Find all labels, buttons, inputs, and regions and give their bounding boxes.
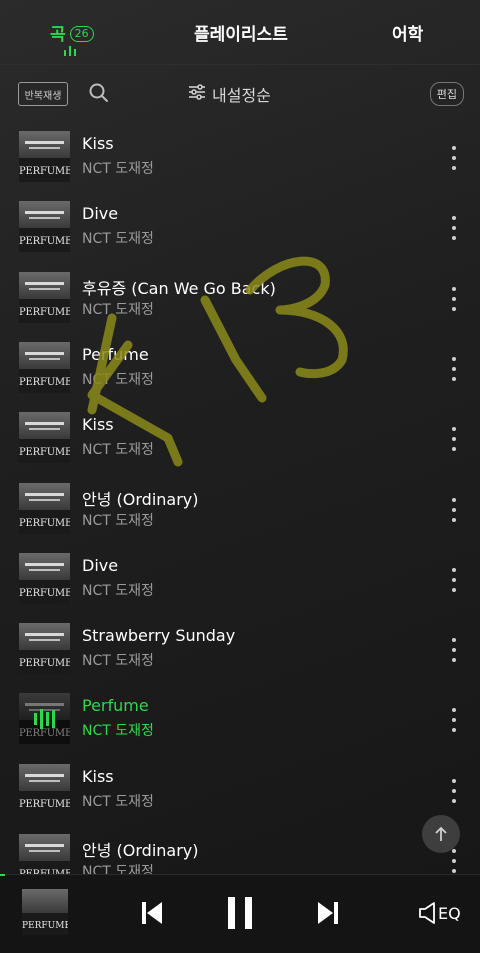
album-art-text: PERFUME [19,798,70,810]
more-options-icon[interactable] [449,356,459,381]
now-playing-icon [19,693,70,745]
equalizer-button[interactable]: EQ [418,901,461,925]
more-options-icon[interactable] [449,849,459,873]
more-options-icon[interactable] [449,638,459,663]
album-art-text: PERFUME [19,166,70,177]
album-art: PERFUME [19,763,70,815]
tab-playlist[interactable]: 플레이리스트 [194,20,288,45]
repeat-button[interactable]: 반복재생 [18,82,68,106]
album-art: PERFUME [19,201,70,253]
more-options-icon[interactable] [449,567,459,592]
song-row[interactable]: PERFUME Dive NCT 도재정 [0,546,480,616]
more-options-icon[interactable] [449,708,459,733]
song-row[interactable]: PERFUME Dive NCT 도재정 [0,194,480,264]
song-title: Kiss [82,134,114,153]
album-art: PERFUME [19,341,70,393]
top-tab-bar: 곡 26 플레이리스트 어학 [0,0,480,64]
arrow-up-icon [435,826,447,841]
song-title: 안녕 (Ordinary) [82,841,199,860]
album-art: PERFUME [19,412,70,464]
album-art: PERFUME [19,271,70,323]
song-row[interactable]: PERFUME Perfume NCT 도재정 [0,335,480,405]
album-art-text: PERFUME [19,376,70,388]
more-options-icon[interactable] [449,286,459,311]
album-art-text: PERFUME [19,236,70,248]
skip-previous-icon[interactable] [140,899,164,931]
song-artist: NCT 도재정 [82,793,154,810]
song-artist: NCT 도재정 [82,512,154,529]
sort-button[interactable]: 내설정순 [188,82,271,106]
album-art-text: PERFUME [19,517,70,529]
song-artist: NCT 도재정 [82,582,154,599]
tab-songs[interactable]: 곡 26 [50,20,94,45]
album-art: PERFUME [19,552,70,604]
song-artist: NCT 도재정 [82,371,154,388]
list-toolbar: 반복재생 내설정순 편집 [0,74,480,114]
song-row[interactable]: PERFUME 후유증 (Can We Go Back) NCT 도재정 [0,265,480,335]
player-album-art-text: PERFUME [22,921,68,931]
search-icon[interactable] [88,82,110,108]
song-artist: NCT 도재정 [82,231,154,248]
album-art-text: PERFUME [19,447,70,459]
scroll-to-top-button[interactable] [422,815,460,853]
album-art-text: PERFUME [19,658,70,670]
more-options-icon[interactable] [449,216,459,241]
song-row[interactable]: PERFUME Strawberry Sunday NCT 도재정 [0,616,480,686]
tab-divider [0,64,480,65]
more-options-icon[interactable] [449,497,459,522]
song-artist: NCT 도재정 [82,653,154,670]
song-artist: NCT 도재정 [82,442,154,459]
edit-button[interactable]: 편집 [429,82,464,106]
song-artist: NCT 도재정 [82,723,154,740]
song-row[interactable]: PERFUME Perfume NCT 도재정 [0,686,480,756]
song-title: Perfume [82,344,149,364]
player-album-art[interactable]: PERFUME [22,889,68,935]
album-art: PERFUME [19,131,70,182]
now-playing-mini-icon [64,46,76,56]
tab-songs-label: 곡 [50,25,66,45]
more-options-icon[interactable] [449,146,459,170]
song-count-badge: 26 [69,26,94,42]
song-title: 후유증 (Can We Go Back) [82,278,276,298]
song-row[interactable]: PERFUME Kiss NCT 도재정 [0,757,480,827]
song-artist: NCT 도재정 [82,161,154,177]
song-artist: NCT 도재정 [82,301,154,318]
skip-next-icon[interactable] [316,899,340,931]
pause-icon[interactable] [226,895,254,935]
mini-player: PERFUME EQ [0,874,480,953]
album-art-text: PERFUME [19,587,70,599]
song-title: Dive [82,204,119,224]
album-art: PERFUME [19,482,70,534]
speaker-icon [419,902,435,924]
song-row[interactable]: PERFUME Kiss NCT 도재정 [0,405,480,475]
album-art: PERFUME [19,623,70,675]
playback-progress[interactable] [0,874,5,876]
more-options-icon[interactable] [449,427,459,452]
album-art-text: PERFUME [19,306,70,318]
repeat-label: 반복재생 [24,90,62,102]
sort-label: 내설정순 [212,86,271,105]
song-row[interactable]: PERFUME Kiss NCT 도재정 [0,124,480,194]
song-title: Perfume [82,696,149,716]
song-title: Kiss [82,415,114,435]
song-title: Dive [82,555,119,575]
song-title: Kiss [82,766,114,786]
more-options-icon[interactable] [449,778,459,803]
album-art: PERFUME [19,693,70,745]
song-row[interactable]: PERFUME 안녕 (Ordinary) NCT 도재정 [0,476,480,546]
song-title: Strawberry Sunday [82,626,236,646]
song-title: 안녕 (Ordinary) [82,489,199,509]
eq-label: EQ [438,903,461,923]
sliders-icon [188,83,206,105]
tab-language[interactable]: 어학 [392,20,423,45]
